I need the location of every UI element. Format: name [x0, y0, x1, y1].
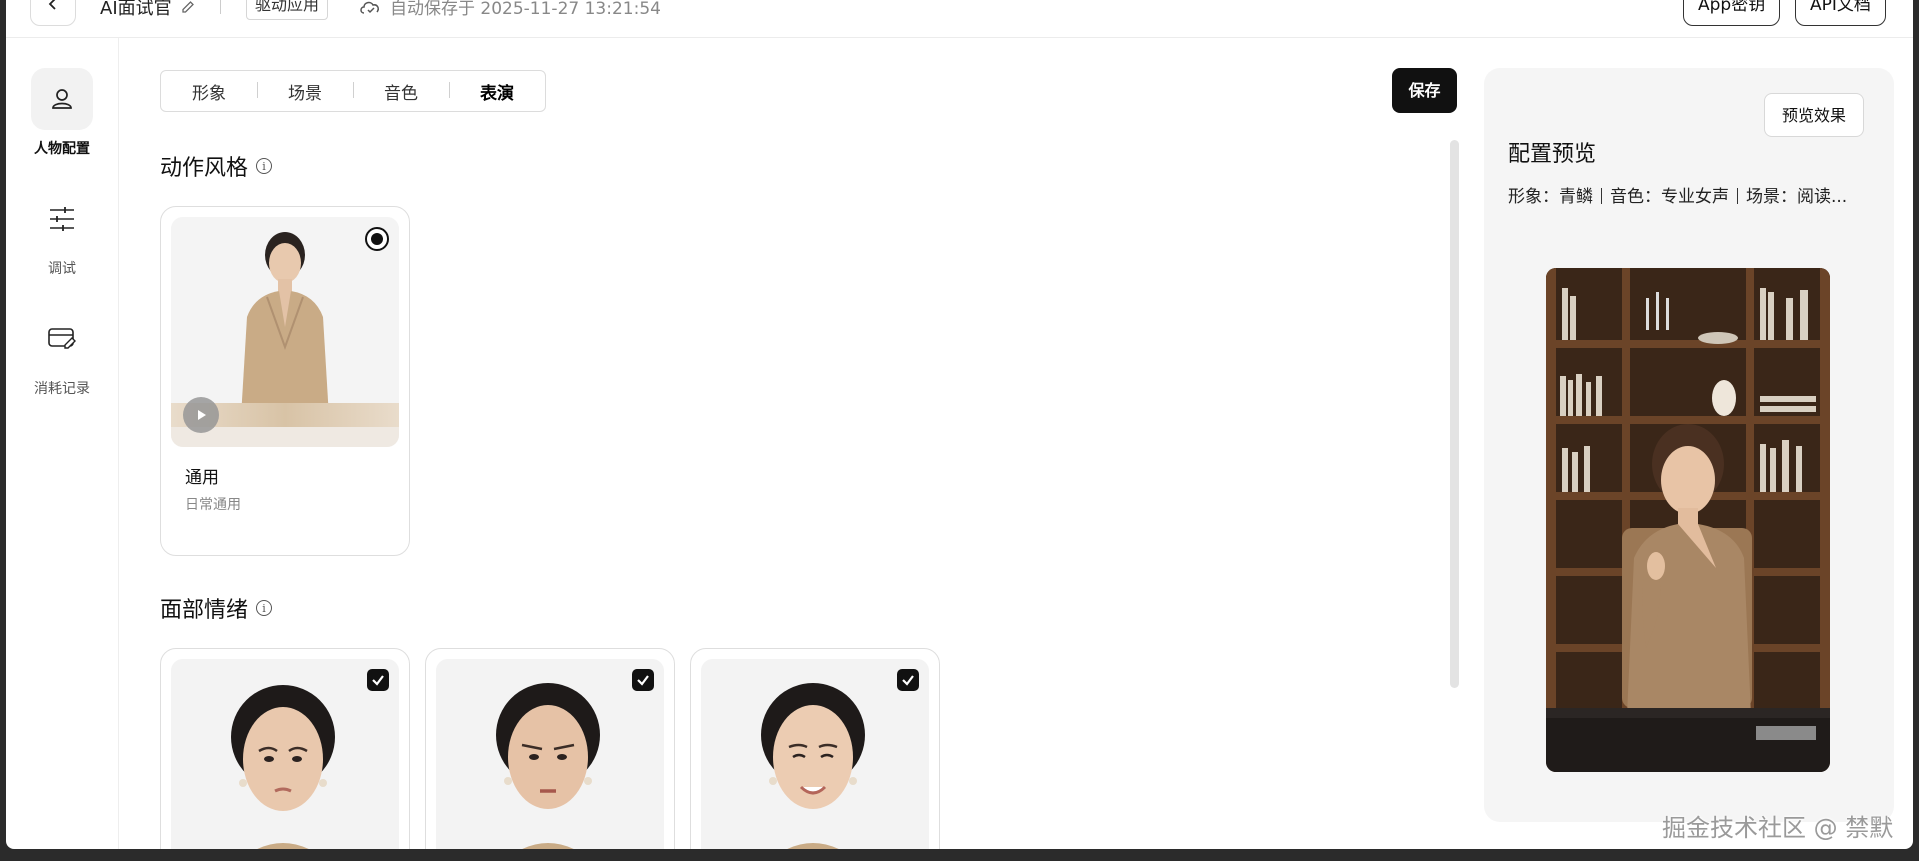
app-name-text: AI面试官 [100, 0, 172, 19]
emotion-card[interactable] [690, 648, 940, 849]
preview-effect-button[interactable]: 预览效果 [1764, 93, 1864, 137]
edit-icon[interactable] [180, 0, 196, 15]
section-title-text: 动作风格 [160, 156, 249, 181]
tab-voice[interactable]: 音色 [353, 79, 449, 104]
left-sidebar: 人物配置 调试 消耗记录 [6, 38, 119, 849]
sidebar-item-character[interactable]: 人物配置 [6, 68, 118, 158]
autosave-status: 自动保存于 2025-11-27 13:21:54 [358, 0, 661, 19]
meta-scene: 场景：阅读... [1746, 187, 1848, 207]
watermark: 掘金技术社区 @ 禁默 [1662, 814, 1894, 842]
tab-performance[interactable]: 表演 [449, 79, 545, 104]
sidebar-item-label: 调试 [48, 261, 76, 277]
config-tabs: 形象 场景 音色 表演 [160, 70, 546, 112]
sidebar-item-usage[interactable]: 消耗记录 [6, 308, 118, 398]
emotion-thumbnail [436, 659, 664, 849]
face-image [171, 659, 399, 849]
app-type-tag: 驱动应用 [246, 0, 329, 20]
card-edit-icon [31, 308, 93, 370]
check-icon [372, 675, 384, 686]
top-bar: AI面试官 驱动应用 自动保存于 2025-11-27 13:21:54 App… [6, 0, 1913, 38]
motion-card-title: 通用 [185, 468, 219, 488]
sidebar-item-label: 消耗记录 [34, 381, 90, 397]
preview-image [1546, 268, 1830, 772]
back-button[interactable] [30, 0, 76, 26]
motion-card-general[interactable]: 通用 日常通用 [160, 206, 410, 556]
check-icon [902, 675, 914, 686]
digital-human-scene-image [1546, 268, 1830, 772]
save-button[interactable]: 保存 [1392, 68, 1457, 113]
play-button[interactable] [183, 397, 219, 433]
section-title-text: 面部情绪 [160, 598, 249, 623]
app-key-button[interactable]: App密钥 [1683, 0, 1781, 26]
preview-title: 配置预览 [1508, 142, 1597, 167]
person-icon [31, 68, 93, 130]
preview-meta: 形象：青鳞 音色：专业女声 场景：阅读... [1508, 182, 1847, 207]
emotion-card[interactable] [160, 648, 410, 849]
emotion-card[interactable] [425, 648, 675, 849]
emotion-section-title: 面部情绪 i [160, 592, 273, 624]
motion-thumbnail [171, 217, 399, 447]
info-icon[interactable]: i [256, 600, 273, 616]
sliders-icon [31, 188, 93, 250]
motion-section-title: 动作风格 i [160, 150, 273, 182]
selected-radio[interactable] [365, 227, 389, 251]
divider [220, 0, 221, 14]
emotion-thumbnail [701, 659, 929, 849]
motion-card-subtitle: 日常通用 [185, 497, 241, 513]
checkbox-checked[interactable] [897, 669, 919, 691]
meta-divider [1601, 188, 1602, 204]
app-name: AI面试官 [100, 0, 196, 20]
sidebar-item-debug[interactable]: 调试 [6, 188, 118, 278]
meta-voice: 音色：专业女声 [1610, 187, 1729, 207]
autosave-text: 自动保存于 2025-11-27 13:21:54 [390, 0, 661, 19]
tab-scene[interactable]: 场景 [257, 79, 353, 104]
check-icon [637, 675, 649, 686]
meta-divider [1737, 188, 1738, 204]
content-scrollbar[interactable] [1450, 140, 1459, 688]
checkbox-checked[interactable] [632, 669, 654, 691]
app-window: AI面试官 驱动应用 自动保存于 2025-11-27 13:21:54 App… [6, 0, 1913, 849]
meta-avatar: 形象：青鳞 [1508, 187, 1593, 207]
emotion-thumbnail [171, 659, 399, 849]
play-icon [198, 410, 206, 420]
face-image [701, 659, 929, 849]
cloud-sync-icon [360, 1, 379, 14]
api-doc-button[interactable]: API文档 [1795, 0, 1886, 26]
sidebar-item-label: 人物配置 [34, 141, 90, 157]
checkbox-checked[interactable] [367, 669, 389, 691]
chevron-left-icon [48, 0, 56, 10]
face-image [436, 659, 664, 849]
info-icon[interactable]: i [256, 158, 273, 174]
tab-avatar[interactable]: 形象 [161, 79, 257, 104]
preview-panel: 预览效果 配置预览 形象：青鳞 音色：专业女声 场景：阅读... [1484, 68, 1894, 822]
